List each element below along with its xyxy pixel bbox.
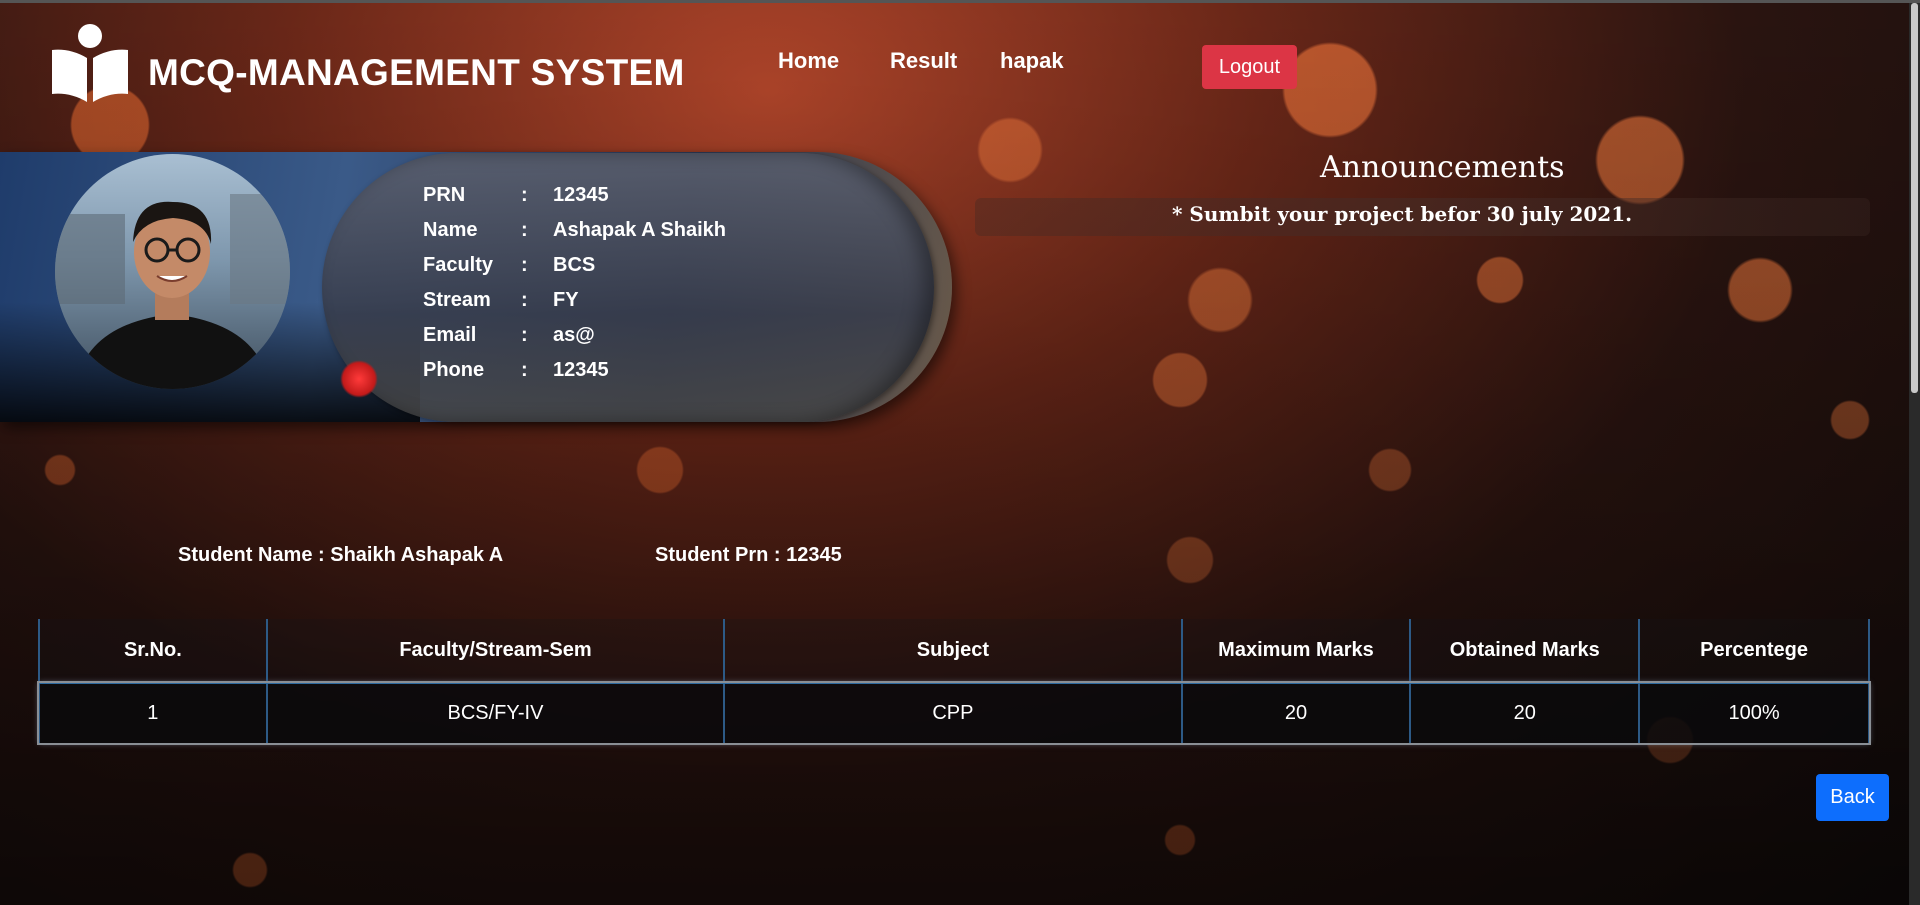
student-name-label: Student Name : Shaikh Ashapak A [178,544,504,566]
page-scrollbar[interactable] [1909,3,1920,905]
column-header: Subject [723,619,1183,683]
profile-value: 12345 [553,359,609,381]
cell-obtained-marks: 20 [1409,682,1641,743]
profile-row-phone: Phone: 12345 [423,359,609,382]
back-button[interactable]: Back [1816,774,1889,821]
profile-info-panel [322,153,934,422]
table-header-row: Sr.No. Faculty/Stream-Sem Subject Maximu… [38,619,1870,683]
cell-faculty-stream-sem: BCS/FY-IV [265,682,726,743]
profile-value: Ashapak A Shaikh [553,219,727,241]
announcements-title: Announcements [1320,150,1565,185]
profile-separator: : [521,324,528,346]
column-header: Obtained Marks [1409,619,1641,683]
profile-row-stream: Stream: FY [423,289,579,312]
announcement-item: * Sumbit your project befor 30 july 2021… [1172,202,1633,226]
cell-subject: CPP [723,682,1183,743]
table-row: 1 BCS/FY-IV CPP 20 20 100% [37,680,1871,745]
profile-row-faculty: Faculty: BCS [423,254,595,277]
profile-separator: : [521,219,528,241]
header: MCQ-MANAGEMENT SYSTEM Home Result hapak … [0,0,1905,120]
profile-key: Faculty [423,254,494,276]
logout-button[interactable]: Logout [1202,45,1297,89]
cell-percentage: 100% [1638,682,1870,743]
avatar [55,154,290,389]
profile-separator: : [521,184,528,206]
profile-value: as@ [553,324,595,346]
profile-row-name: Name: Ashapak A Shaikh [423,219,726,242]
user-photo-icon [55,194,290,389]
results-table: Sr.No. Faculty/Stream-Sem Subject Maximu… [37,619,1871,745]
column-header: Maximum Marks [1180,619,1412,683]
profile-separator: : [521,359,528,381]
site-brand[interactable]: MCQ-MANAGEMENT SYSTEM [148,52,685,94]
column-header: Percentege [1638,619,1870,683]
cell-maximum-marks: 20 [1180,682,1412,743]
profile-value: FY [553,289,579,311]
profile-key: Phone [423,359,485,381]
nav-user[interactable]: hapak [1000,48,1064,74]
nav-result[interactable]: Result [890,48,957,74]
profile-separator: : [521,254,528,276]
scrollbar-thumb[interactable] [1911,3,1918,393]
background-image [0,0,1920,905]
book-reader-logo-icon [52,24,128,102]
nav-home[interactable]: Home [778,48,839,74]
profile-value: BCS [553,254,596,276]
profile-key: Stream [423,289,491,311]
column-header: Sr.No. [38,619,268,683]
profile-value: 12345 [553,184,609,206]
profile-row-email: Email: as@ [423,324,595,347]
profile-key: PRN [423,184,466,206]
column-header: Faculty/Stream-Sem [265,619,726,683]
profile-key: Email [423,324,477,346]
bokeh-light [340,360,378,398]
profile-separator: : [521,289,528,311]
student-prn-label: Student Prn : 12345 [655,544,842,566]
cell-sr-no: 1 [38,682,268,743]
profile-key: Name [423,219,478,241]
profile-row-prn: PRN: 12345 [423,184,609,207]
